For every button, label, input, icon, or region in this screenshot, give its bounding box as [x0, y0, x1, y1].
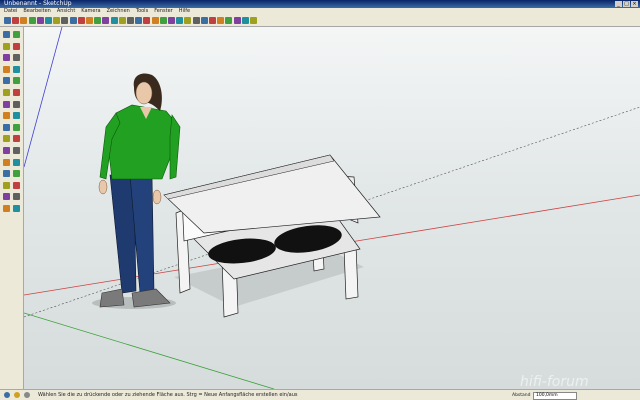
title-bar: Unbenannt - SketchUp _ □ ×: [0, 0, 640, 8]
section-icon[interactable]: [250, 17, 257, 24]
rectangle-icon[interactable]: [3, 54, 10, 62]
tape-icon[interactable]: [3, 123, 10, 131]
main-toolbar: [0, 15, 640, 27]
line-icon[interactable]: [13, 54, 20, 62]
arc-icon[interactable]: [13, 65, 20, 73]
push-pull-icon[interactable]: [69, 17, 77, 24]
maximize-button[interactable]: □: [623, 1, 630, 7]
tape-icon[interactable]: [118, 17, 126, 24]
axes-icon[interactable]: [3, 147, 10, 154]
menu-bar: Datei Bearbeiten Ansicht Kamera Zeichnen…: [0, 8, 640, 15]
previous-icon[interactable]: [209, 17, 216, 24]
select-icon[interactable]: [4, 17, 11, 24]
paint-icon[interactable]: [61, 17, 69, 24]
polygon-icon[interactable]: [3, 77, 10, 85]
previous-icon[interactable]: [13, 181, 20, 189]
box-top-plate: [163, 154, 381, 234]
rotate-icon[interactable]: [94, 17, 102, 24]
person-right-hand: [152, 189, 162, 205]
dimension-icon[interactable]: [13, 123, 20, 131]
person-right-arm: [169, 114, 181, 180]
protractor-icon[interactable]: [135, 17, 143, 24]
zoom-icon[interactable]: [184, 17, 192, 24]
orbit-icon[interactable]: [168, 17, 175, 24]
circle-icon[interactable]: [3, 65, 10, 73]
pencil-icon[interactable]: [12, 17, 20, 24]
section-icon[interactable]: [13, 205, 20, 212]
eraser-icon[interactable]: [13, 42, 20, 50]
look-around-icon[interactable]: [13, 193, 20, 201]
green-axis: [24, 312, 275, 389]
dimension-icon[interactable]: [127, 17, 134, 24]
status-bar: Wählen Sie die zu drückende oder zu zieh…: [0, 389, 640, 400]
orbit-icon[interactable]: [3, 158, 10, 166]
measurement-field[interactable]: 100,0mm: [533, 392, 577, 400]
minimize-button[interactable]: _: [615, 1, 622, 7]
person-left-shoe: [99, 288, 125, 308]
geo-location-icon[interactable]: [4, 392, 10, 398]
freehand-icon[interactable]: [13, 77, 20, 85]
axes-icon[interactable]: [151, 17, 159, 24]
walk-icon[interactable]: [225, 17, 233, 24]
menu-hilfe[interactable]: Hilfe: [179, 8, 190, 15]
menu-tools[interactable]: Tools: [136, 8, 148, 15]
walk-icon[interactable]: [3, 205, 10, 212]
person-face: [135, 81, 153, 105]
offset-icon[interactable]: [110, 17, 118, 24]
3d-viewport[interactable]: [24, 27, 640, 389]
3d-text-icon[interactable]: [13, 147, 20, 154]
position-camera-icon[interactable]: [3, 193, 10, 201]
menu-fenster[interactable]: Fenster: [154, 8, 173, 15]
text-icon[interactable]: [13, 135, 20, 143]
select-icon[interactable]: [3, 31, 10, 38]
zoom-icon[interactable]: [3, 170, 10, 178]
component-icon[interactable]: [13, 31, 20, 38]
menu-datei[interactable]: Datei: [4, 8, 17, 15]
follow-me-icon[interactable]: [13, 100, 20, 108]
circle-icon[interactable]: [28, 17, 36, 24]
text-icon[interactable]: [143, 17, 151, 24]
eraser-icon[interactable]: [53, 17, 61, 24]
rectangle-icon[interactable]: [20, 17, 28, 24]
look-around-icon[interactable]: [233, 17, 241, 24]
zoom-extents-icon[interactable]: [200, 17, 208, 24]
help-icon[interactable]: [24, 392, 30, 398]
push-pull-icon[interactable]: [13, 89, 20, 96]
blue-axis: [24, 27, 63, 168]
menu-zeichnen[interactable]: Zeichnen: [107, 8, 130, 15]
pan-icon[interactable]: [176, 17, 184, 24]
status-hint: Wählen Sie die zu drückende oder zu zieh…: [38, 392, 298, 398]
box-leg-back-far: [343, 244, 359, 300]
tool-palette: [0, 27, 24, 389]
paint-icon[interactable]: [3, 42, 10, 50]
measurement-label: Abstand: [512, 393, 531, 398]
credits-icon[interactable]: [14, 392, 20, 398]
menu-ansicht[interactable]: Ansicht: [57, 8, 75, 15]
person-shirt: [107, 104, 177, 180]
move-icon[interactable]: [3, 89, 10, 96]
watermark: hifi-forum: [520, 374, 589, 390]
pan-icon[interactable]: [13, 158, 20, 166]
follow-me-icon[interactable]: [77, 17, 85, 24]
offset-icon[interactable]: [13, 112, 20, 120]
polygon-icon[interactable]: [45, 17, 52, 24]
3d-text-icon[interactable]: [159, 17, 167, 24]
person-left-hand: [98, 179, 108, 195]
zoom-extents-icon[interactable]: [3, 181, 10, 189]
move-icon[interactable]: [86, 17, 93, 24]
close-button[interactable]: ×: [631, 1, 638, 7]
position-camera-icon[interactable]: [241, 17, 249, 24]
rotate-icon[interactable]: [3, 100, 10, 108]
scene-canvas[interactable]: [24, 27, 640, 389]
menu-kamera[interactable]: Kamera: [81, 8, 100, 15]
zoom-window-icon[interactable]: [192, 17, 200, 24]
arc-icon[interactable]: [36, 17, 44, 24]
scale-icon[interactable]: [3, 112, 10, 120]
protractor-icon[interactable]: [3, 135, 10, 143]
zoom-window-icon[interactable]: [13, 170, 20, 178]
window-title: Unbenannt - SketchUp: [4, 0, 72, 7]
menu-bearbeiten[interactable]: Bearbeiten: [23, 8, 50, 15]
scale-icon[interactable]: [102, 17, 110, 24]
next-icon[interactable]: [217, 17, 225, 24]
